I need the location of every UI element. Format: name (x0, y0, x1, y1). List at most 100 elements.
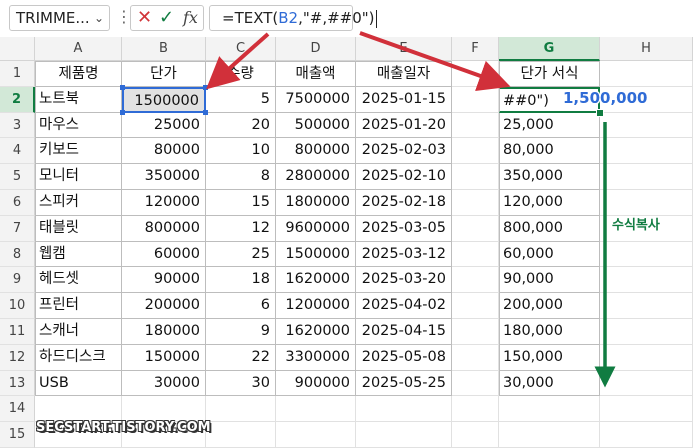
cell-empty[interactable] (452, 422, 499, 448)
column-header-d[interactable]: D (276, 37, 356, 61)
cell-qty[interactable]: 5 (206, 86, 276, 113)
cell-empty[interactable] (452, 190, 499, 216)
cell-empty[interactable] (452, 164, 499, 190)
row-header-1[interactable]: 1 (0, 61, 35, 87)
cell-empty[interactable] (600, 112, 693, 139)
cell-formatted[interactable]: 90,000 (499, 267, 600, 294)
cell-empty[interactable] (206, 422, 276, 448)
row-header-9[interactable]: 9 (0, 267, 35, 294)
cell-formatted[interactable]: 350,000 (499, 164, 600, 190)
cell-empty[interactable] (452, 344, 499, 371)
cell-formatted[interactable]: 120,000 (499, 190, 600, 216)
column-header-h[interactable]: H (600, 37, 693, 61)
cell-empty[interactable] (356, 422, 452, 448)
cell-price[interactable]: 180000 (122, 319, 206, 345)
cell-empty[interactable] (35, 396, 122, 423)
cell-product[interactable]: 모니터 (35, 164, 122, 190)
cell-empty[interactable] (452, 319, 499, 345)
column-header-b[interactable]: B (122, 37, 206, 61)
cell-empty[interactable] (600, 293, 693, 319)
cell-empty[interactable] (276, 422, 356, 448)
cell-date[interactable]: 2025-01-15 (356, 86, 452, 113)
cell-qty[interactable]: 9 (206, 319, 276, 345)
cell-price[interactable]: 120000 (122, 190, 206, 216)
column-header-a[interactable]: A (35, 37, 122, 61)
header-cell-price_format[interactable]: 단가 서식 (499, 61, 600, 87)
cell-price[interactable]: 80000 (122, 138, 206, 165)
cell-price[interactable]: 30000 (122, 370, 206, 397)
insert-function-icon[interactable]: fx (183, 7, 198, 29)
column-header-e[interactable]: E (356, 37, 452, 61)
column-header-g[interactable]: G (499, 37, 600, 61)
cell-date[interactable]: 2025-02-03 (356, 138, 452, 165)
row-header-4[interactable]: 4 (0, 138, 35, 165)
cell-empty[interactable] (600, 370, 693, 397)
cell-empty[interactable] (600, 241, 693, 268)
cell-price[interactable]: 200000 (122, 293, 206, 319)
cell-sales[interactable]: 1620000 (276, 319, 356, 345)
cell-date[interactable]: 2025-03-20 (356, 267, 452, 294)
row-header-11[interactable]: 11 (0, 319, 35, 345)
row-header-3[interactable]: 3 (0, 112, 35, 139)
select-all-corner[interactable] (0, 37, 35, 61)
cell-price[interactable]: 60000 (122, 241, 206, 268)
cell-empty[interactable] (600, 190, 693, 216)
cell-empty[interactable] (452, 61, 499, 87)
cell-qty[interactable]: 18 (206, 267, 276, 294)
cell-empty[interactable] (452, 138, 499, 165)
cell-product[interactable]: 웹캠 (35, 241, 122, 268)
cell-empty[interactable] (206, 396, 276, 423)
cell-empty[interactable] (452, 215, 499, 242)
cell-product[interactable]: 노트북 (35, 86, 122, 113)
selection-handle[interactable] (120, 109, 125, 115)
cell-date[interactable]: 2025-04-02 (356, 293, 452, 319)
name-box[interactable]: TRIMME... ⌄ (9, 5, 110, 31)
cell-qty[interactable]: 10 (206, 138, 276, 165)
cell-formatted[interactable]: 180,000 (499, 319, 600, 345)
column-header-c[interactable]: C (206, 37, 276, 61)
cell-date[interactable]: 2025-05-25 (356, 370, 452, 397)
cell-date[interactable]: 2025-05-08 (356, 344, 452, 371)
header-cell-sales[interactable]: 매출액 (276, 61, 356, 87)
column-header-f[interactable]: F (452, 37, 499, 61)
cell-empty[interactable] (452, 241, 499, 268)
cell-sales[interactable]: 900000 (276, 370, 356, 397)
row-header-6[interactable]: 6 (0, 190, 35, 216)
cell-empty[interactable] (600, 267, 693, 294)
cell-qty[interactable]: 25 (206, 241, 276, 268)
cell-product[interactable]: 스피커 (35, 190, 122, 216)
cell-formatted[interactable]: 150,000 (499, 344, 600, 371)
chevron-down-icon[interactable]: ⌄ (94, 6, 104, 30)
cell-empty[interactable] (499, 396, 600, 423)
cell-product[interactable]: 프린터 (35, 293, 122, 319)
cell-price[interactable]: 25000 (122, 112, 206, 139)
header-cell-qty[interactable]: 수량 (206, 61, 276, 87)
cell-price[interactable]: 350000 (122, 164, 206, 190)
cell-empty[interactable] (356, 396, 452, 423)
fill-handle[interactable] (596, 108, 604, 117)
cell-sales[interactable]: 1200000 (276, 293, 356, 319)
cell-formatted[interactable]: 30,000 (499, 370, 600, 397)
cell-qty[interactable]: 15 (206, 190, 276, 216)
cell-product[interactable]: 스캐너 (35, 319, 122, 345)
cell-date[interactable]: 2025-01-20 (356, 112, 452, 139)
cell-qty[interactable]: 20 (206, 112, 276, 139)
cell-product[interactable]: 키보드 (35, 138, 122, 165)
header-cell-product[interactable]: 제품명 (35, 61, 122, 87)
cell-product[interactable]: 마우스 (35, 112, 122, 139)
cell-formatted[interactable]: 25,000 (499, 112, 600, 139)
cell-empty[interactable] (452, 370, 499, 397)
cell-price[interactable]: 150000 (122, 344, 206, 371)
cell-empty[interactable] (600, 319, 693, 345)
row-header-15[interactable]: 15 (0, 422, 35, 448)
header-cell-price[interactable]: 단가 (122, 61, 206, 87)
selection-handle[interactable] (203, 109, 208, 115)
cell-empty[interactable] (600, 396, 693, 423)
cell-qty[interactable]: 6 (206, 293, 276, 319)
cell-product[interactable]: 태블릿 (35, 215, 122, 242)
cell-price[interactable]: 800000 (122, 215, 206, 242)
row-header-14[interactable]: 14 (0, 396, 35, 423)
cell-qty[interactable]: 22 (206, 344, 276, 371)
cell-product[interactable]: USB (35, 370, 122, 397)
cell-empty[interactable] (276, 396, 356, 423)
